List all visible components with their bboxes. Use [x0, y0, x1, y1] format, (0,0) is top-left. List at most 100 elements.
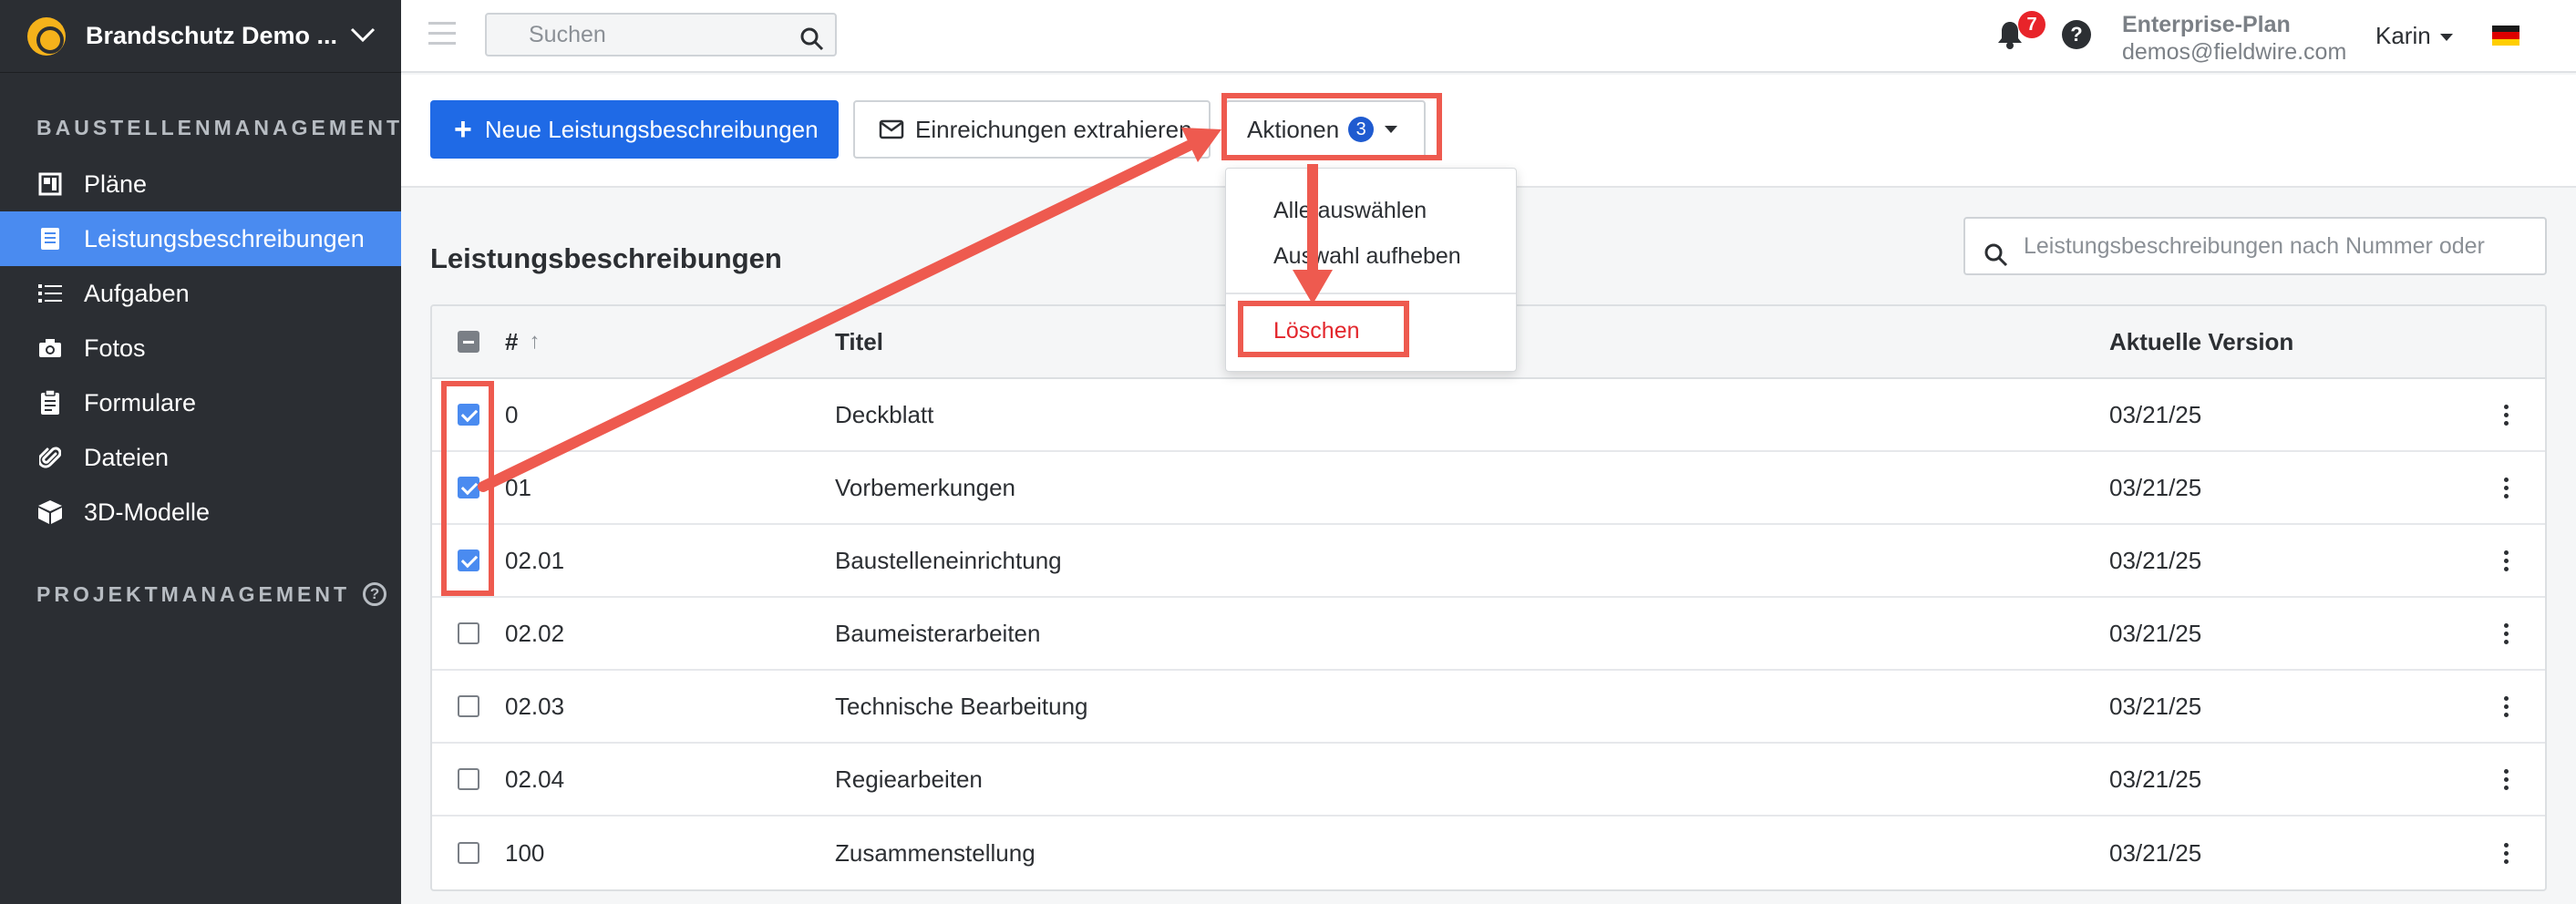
row-number: 02.04: [505, 765, 565, 793]
menu-item-select-all[interactable]: Alle auswählen: [1273, 198, 1427, 224]
sort-up-icon[interactable]: ↑: [529, 329, 540, 354]
table-row[interactable]: 0 Deckblatt 03/21/25: [432, 379, 2545, 452]
more-options-icon[interactable]: [2492, 525, 2519, 596]
table-row[interactable]: 02.02 Baumeisterarbeiten 03/21/25: [432, 598, 2545, 671]
row-number: 0: [505, 400, 519, 428]
row-title[interactable]: Deckblatt: [835, 379, 933, 450]
highlight-delete-item: [1238, 301, 1409, 357]
row-checkbox-cell: [458, 744, 479, 815]
row-version: 03/21/25: [2109, 400, 2202, 428]
column-title[interactable]: Titel: [835, 306, 883, 377]
plus-icon: +: [454, 111, 472, 147]
row-version: 03/21/25: [2109, 838, 2202, 867]
project-name: Brandschutz Demo ...: [86, 22, 338, 49]
highlight-actions-button: [1221, 93, 1442, 160]
row-checkbox[interactable]: [458, 622, 479, 644]
more-options-icon[interactable]: [2492, 671, 2519, 742]
paperclip-icon: [36, 444, 64, 471]
user-menu[interactable]: Karin: [2375, 22, 2453, 50]
search-icon: [1984, 233, 2009, 273]
section-title-project: PROJEKTMANAGEMENT ?: [0, 576, 401, 612]
specifications-icon: [36, 225, 64, 252]
sidebar-item-label: 3D-Modelle: [84, 498, 211, 526]
sidebar-item-3d-models[interactable]: 3D-Modelle: [0, 485, 401, 539]
global-search-input[interactable]: Suchen: [485, 13, 837, 56]
row-checkbox[interactable]: [458, 842, 479, 864]
row-checkbox[interactable]: [458, 768, 479, 790]
account-email: demos@fieldwire.com: [2122, 39, 2347, 65]
project-switcher[interactable]: Brandschutz Demo ...: [0, 0, 401, 73]
tasks-icon: [36, 280, 64, 307]
row-number: 02.03: [505, 692, 565, 720]
row-checkbox-cell: [458, 598, 479, 669]
row-version: 03/21/25: [2109, 473, 2202, 501]
menu-divider: [1226, 293, 1516, 294]
row-version: 03/21/25: [2109, 546, 2202, 574]
row-version: 03/21/25: [2109, 692, 2202, 720]
specifications-table: # ↑ Titel Aktuelle Version 0 Deckblatt 03/2…: [430, 304, 2547, 891]
more-options-icon[interactable]: [2492, 598, 2519, 669]
section-title-construction: BAUSTELLENMANAGEMENT: [36, 115, 403, 139]
row-number: 100: [505, 838, 545, 867]
sidebar-item-forms[interactable]: Formulare: [0, 375, 401, 430]
table-row[interactable]: 02.03 Technische Bearbeitung 03/21/25: [432, 671, 2545, 744]
sidebar-item-label: Aufgaben: [84, 279, 190, 307]
row-title[interactable]: Baumeisterarbeiten: [835, 598, 1040, 669]
sidebar-item-tasks[interactable]: Aufgaben: [0, 266, 401, 321]
table-row[interactable]: 100 Zusammenstellung 03/21/25: [432, 817, 2545, 889]
search-icon[interactable]: [800, 24, 824, 64]
table-row[interactable]: 02.01 Baustelleneinrichtung 03/21/25: [432, 525, 2545, 598]
more-options-icon[interactable]: [2492, 744, 2519, 815]
row-checkbox-cell: [458, 671, 479, 742]
row-title[interactable]: Regiearbeiten: [835, 744, 983, 815]
extract-submissions-button[interactable]: Einreichungen extrahieren: [853, 100, 1211, 159]
camera-icon: [36, 334, 64, 362]
project-logo-icon: [27, 16, 66, 56]
sidebar-item-photos[interactable]: Fotos: [0, 321, 401, 375]
column-number-label: #: [505, 327, 519, 355]
sidebar-item-files[interactable]: Dateien: [0, 430, 401, 485]
table-row[interactable]: 01 Vorbemerkungen 03/21/25: [432, 452, 2545, 525]
sidebar-item-specifications[interactable]: Leistungsbeschreibungen: [0, 211, 401, 266]
column-number[interactable]: # ↑: [505, 306, 540, 377]
row-title[interactable]: Zusammenstellung: [835, 817, 1036, 889]
section-title-project-label: PROJEKTMANAGEMENT: [36, 581, 351, 606]
plan-name: Enterprise-Plan: [2122, 12, 2291, 37]
help-circle-icon[interactable]: ?: [363, 582, 387, 606]
row-title[interactable]: Technische Bearbeitung: [835, 671, 1088, 742]
cube-icon: [36, 498, 64, 526]
row-number: 01: [505, 473, 531, 501]
row-title[interactable]: Vorbemerkungen: [835, 452, 1015, 523]
sidebar-item-label: Leistungsbeschreibungen: [84, 224, 365, 252]
search-placeholder: Suchen: [529, 22, 606, 47]
sidebar-nav: Pläne Leistungsbeschreibungen Aufgaben F…: [0, 157, 401, 539]
more-options-icon[interactable]: [2492, 817, 2519, 889]
search-placeholder: Leistungsbeschreibungen nach Nummer oder: [2024, 233, 2485, 259]
help-icon[interactable]: ?: [2062, 20, 2091, 49]
forms-icon: [36, 389, 64, 416]
extract-submissions-label: Einreichungen extrahieren: [915, 115, 1192, 143]
new-specification-button[interactable]: + Neue Leistungsbeschreibungen: [430, 100, 839, 159]
more-options-icon[interactable]: [2492, 379, 2519, 450]
row-checkbox[interactable]: [458, 695, 479, 717]
row-number: 02.02: [505, 619, 565, 647]
new-specification-label: Neue Leistungsbeschreibungen: [484, 115, 819, 143]
user-name: Karin: [2375, 22, 2431, 49]
sidebar-item-plans[interactable]: Pläne: [0, 157, 401, 211]
specification-search-input[interactable]: Leistungsbeschreibungen nach Nummer oder: [1963, 217, 2547, 275]
select-all-checkbox[interactable]: [458, 331, 479, 353]
highlight-checked-rows: [441, 381, 494, 596]
menu-icon[interactable]: [428, 22, 456, 46]
table-row[interactable]: 02.04 Regiearbeiten 03/21/25: [432, 744, 2545, 817]
column-version[interactable]: Aktuelle Version: [2109, 306, 2293, 377]
row-number: 02.01: [505, 546, 565, 574]
row-title[interactable]: Baustelleneinrichtung: [835, 525, 1062, 596]
chevron-down-icon[interactable]: [345, 22, 381, 50]
more-options-icon[interactable]: [2492, 452, 2519, 523]
mail-icon: [879, 119, 904, 139]
caret-down-icon: [2439, 34, 2453, 42]
plan-info: Enterprise-Plan demos@fieldwire.com: [2122, 11, 2346, 66]
german-flag-icon[interactable]: [2492, 26, 2519, 46]
plans-icon: [36, 170, 64, 198]
menu-item-deselect[interactable]: Auswahl aufheben: [1273, 243, 1461, 270]
